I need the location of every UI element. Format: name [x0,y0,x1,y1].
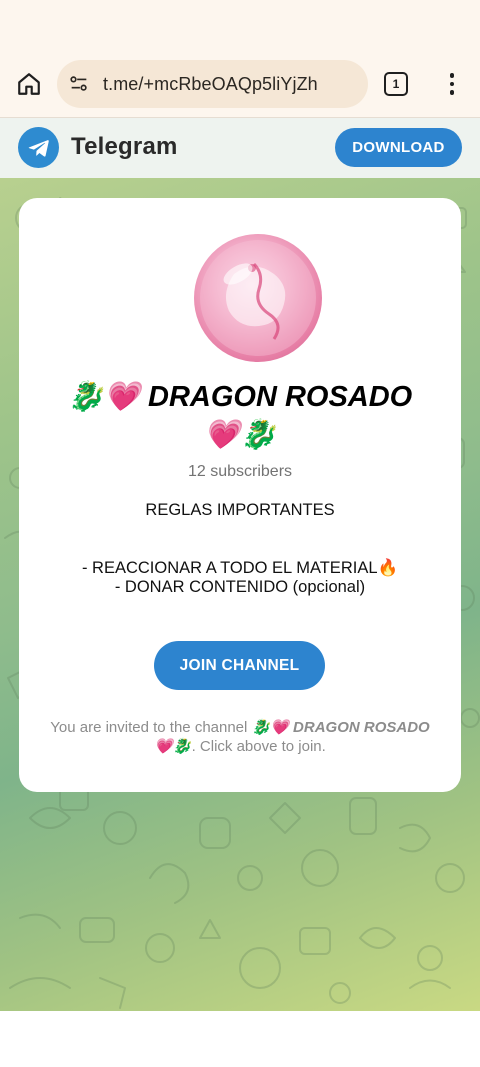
channel-name: 🐉💗 DRAGON ROSADO 💗🐉 [39,378,441,454]
channel-name-line2: 💗🐉 [203,419,277,451]
telegram-header: Telegram DOWNLOAD [0,118,480,178]
url-text[interactable]: t.me/+mcRbeOAQp5liYjZh [103,74,318,95]
address-bar[interactable]: t.me/+mcRbeOAQp5liYjZh [57,60,368,108]
app-title: Telegram [71,133,178,160]
more-vert-icon[interactable] [440,68,464,100]
download-button[interactable]: DOWNLOAD [335,128,462,167]
site-settings-icon[interactable] [67,72,91,96]
tab-switcher-button[interactable]: 1 [384,72,408,96]
join-channel-button[interactable]: JOIN CHANNEL [154,641,325,690]
subscriber-count: 12 subscribers [187,463,293,480]
telegram-logo-icon [18,127,59,168]
channel-avatar [194,234,322,362]
description-line: - DONAR CONTENIDO (opcional) [114,578,366,596]
channel-name-line1: 🐉💗 DRAGON ROSADO [67,381,413,413]
status-bar-area [0,0,480,50]
invite-text: You are invited to the channel 🐉💗 DRAGON… [49,718,431,756]
home-button[interactable] [12,67,46,101]
description-line: REGLAS IMPORTANTES [145,501,335,519]
browser-toolbar: t.me/+mcRbeOAQp5liYjZh 1 [0,50,480,118]
channel-card: 🐉💗 DRAGON ROSADO 💗🐉 12 subscribers REGLA… [19,198,461,792]
home-icon [18,73,40,95]
channel-description: REGLAS IMPORTANTES - REACCIONAR A TODO E… [39,501,441,597]
description-line: - REACCIONAR A TODO EL MATERIAL🔥 [81,559,399,577]
invite-prefix: You are invited to the channel [50,719,252,736]
invite-suffix: . Click above to join. [191,738,326,755]
bottom-area [0,1011,480,1067]
